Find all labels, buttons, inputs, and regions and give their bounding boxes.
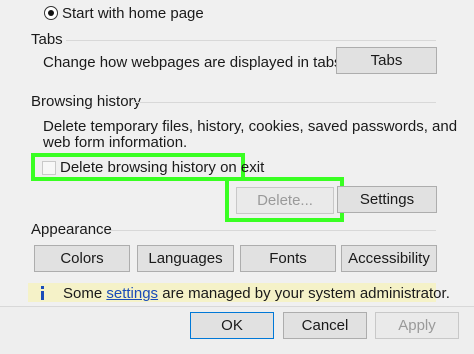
fonts-button[interactable]: Fonts: [240, 245, 336, 272]
cancel-button[interactable]: Cancel: [283, 312, 367, 339]
admin-info-text-before: Some: [63, 285, 103, 302]
admin-info-text: Some settings are managed by your system…: [63, 285, 450, 302]
browsing-history-heading: Browsing history: [31, 93, 142, 110]
languages-button[interactable]: Languages: [137, 245, 234, 272]
browsing-history-description-line1: Delete temporary files, history, cookies…: [43, 118, 458, 135]
settings-button[interactable]: Settings: [337, 186, 437, 213]
admin-info-text-after: are managed by your system administrator…: [162, 285, 450, 302]
tabs-section-heading: Tabs: [31, 31, 63, 48]
info-icon: [41, 286, 44, 300]
browsing-history-description-line2: web form information.: [43, 134, 188, 151]
delete-on-exit-label: Delete browsing history on exit: [60, 159, 265, 176]
tabs-description: Change how webpages are displayed in tab…: [43, 54, 346, 71]
browsing-history-divider: [132, 102, 436, 103]
colors-button[interactable]: Colors: [34, 245, 130, 272]
settings-link[interactable]: settings: [106, 285, 158, 302]
delete-on-exit-checkbox[interactable]: [42, 161, 56, 175]
tabs-section-divider: [66, 40, 436, 41]
appearance-divider: [108, 230, 436, 231]
apply-button[interactable]: Apply: [375, 312, 459, 339]
delete-button[interactable]: Delete...: [236, 187, 334, 214]
ok-button[interactable]: OK: [190, 312, 274, 339]
tabs-button[interactable]: Tabs: [336, 47, 437, 74]
appearance-heading: Appearance: [31, 221, 112, 238]
start-with-home-page-radio[interactable]: [44, 6, 58, 20]
accessibility-button[interactable]: Accessibility: [341, 245, 437, 272]
start-with-home-page-label: Start with home page: [62, 5, 204, 22]
